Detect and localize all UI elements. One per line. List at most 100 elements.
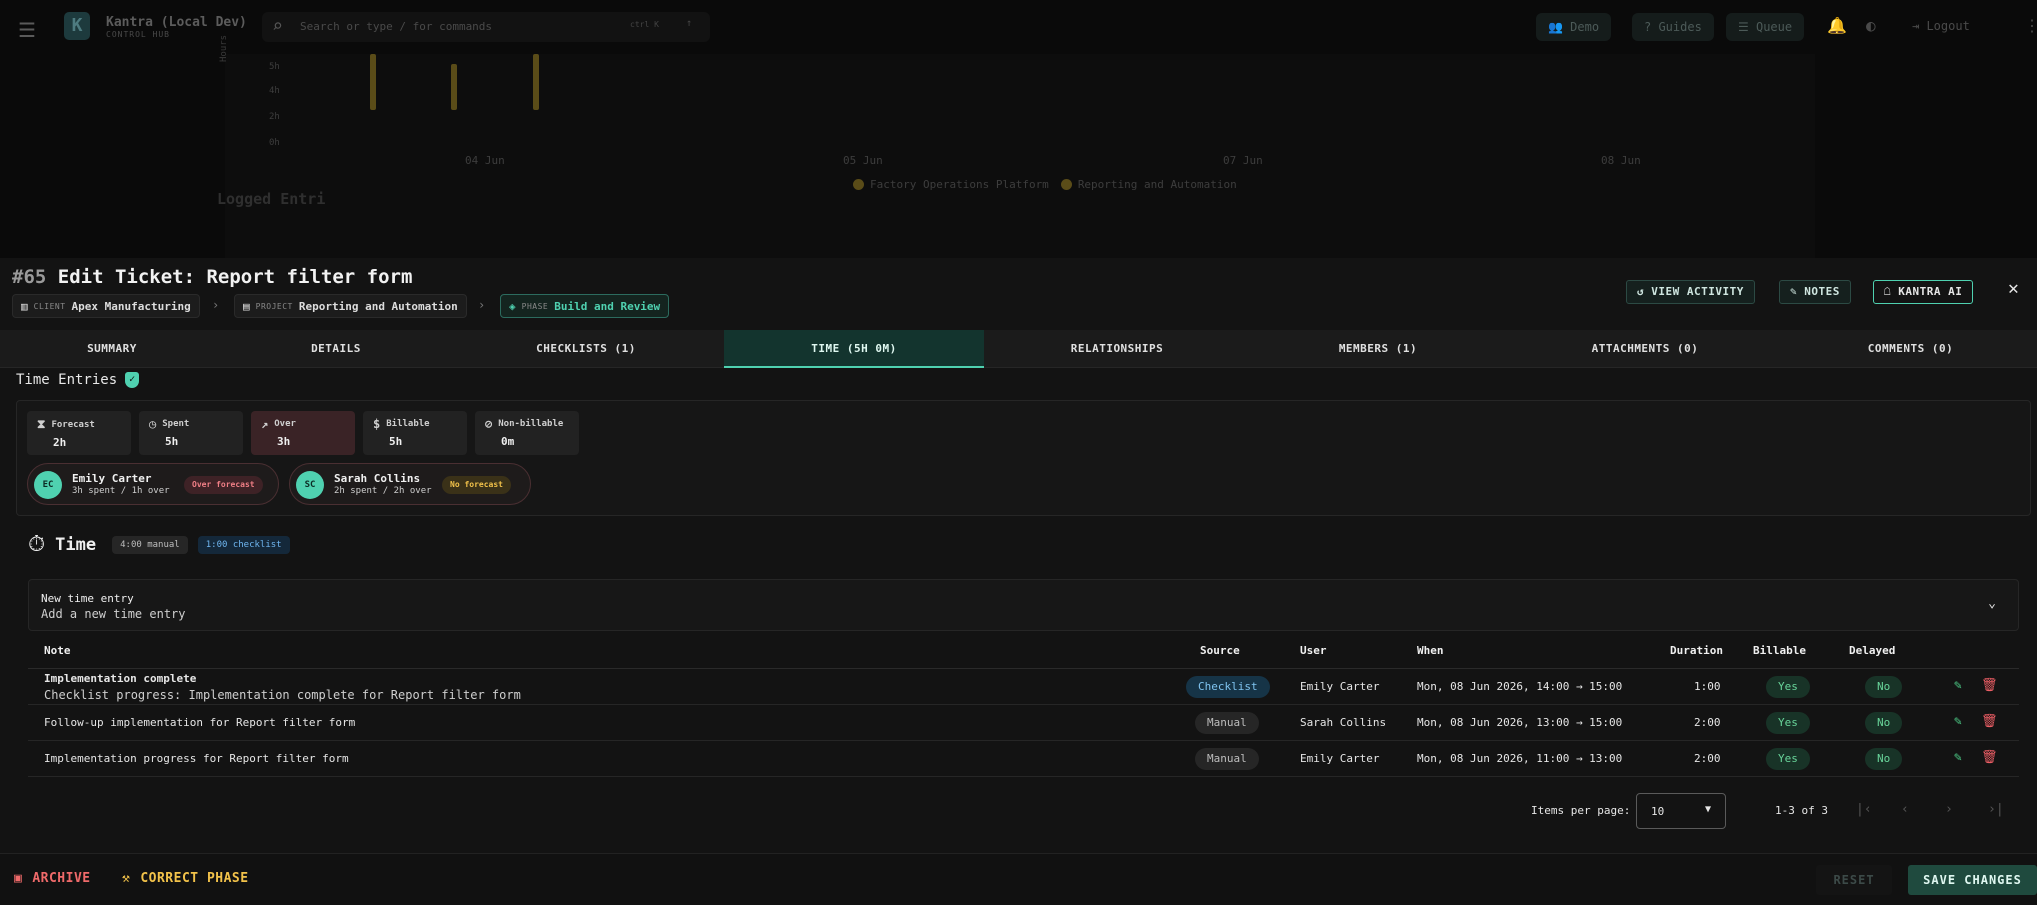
x-tick: 07 Jun (1223, 154, 1263, 167)
x-tick: 04 Jun (465, 154, 505, 167)
member-summary[interactable]: EC Emily Carter 3h spent / 1h over Over … (27, 463, 279, 505)
pagination: Items per page: 10 ▼ 1-3 of 3 |‹ ‹ › ›| (0, 793, 2037, 829)
stat-forecast: ⧗ Forecast 2h (27, 411, 131, 455)
theme-toggle-icon[interactable]: ◐ (1866, 16, 1876, 35)
avatar: SC (296, 471, 324, 499)
bell-icon[interactable]: 🔔 (1827, 16, 1847, 35)
ticket-number: #65 (12, 266, 47, 288)
footer-actions: ▣ ARCHIVE ⚒ CORRECT PHASE RESET SAVE CHANG… (0, 853, 2037, 905)
edit-icon[interactable]: ✎ (1954, 714, 1962, 729)
search-arrow-icon: ↑ (686, 18, 693, 29)
table-row[interactable]: Implementation progress for Report filte… (28, 741, 2019, 777)
more-vertical-icon[interactable]: ⋮ (2024, 16, 2037, 35)
member-name: Emily Carter (72, 472, 152, 485)
building-icon: ▥ (21, 299, 28, 313)
briefcase-icon: ▤ (243, 299, 250, 313)
y-tick: 4h (269, 86, 280, 96)
wrench-icon: ⚒ (122, 871, 131, 886)
chart-bar (533, 54, 539, 110)
breadcrumb-project[interactable]: ▤ PROJECT Reporting and Automation (234, 294, 467, 318)
member-name: Sarah Collins (334, 472, 421, 485)
items-per-page-select[interactable]: 10 ▼ (1636, 793, 1726, 829)
status-badge: No forecast (442, 476, 511, 494)
kantra-ai-button[interactable]: ☖ KANTRA AI (1873, 280, 1974, 304)
time-heading: ⏱ Time 4:00 manual 1:00 checklist (28, 532, 290, 557)
tab-members[interactable]: MEMBERS (1) (1250, 330, 1506, 368)
note-icon: ✎ (1790, 285, 1798, 298)
app-subtitle: CONTROL HUB (106, 30, 170, 39)
save-changes-button[interactable]: SAVE CHANGES (1908, 865, 2037, 895)
chart-bar (451, 64, 457, 110)
prev-page-icon[interactable]: ‹ (1901, 802, 1909, 817)
hamburger-menu-icon[interactable]: ☰ (18, 18, 36, 42)
edit-icon[interactable]: ✎ (1954, 750, 1962, 765)
guides-button[interactable]: ? Guides (1632, 13, 1714, 41)
tab-relationships[interactable]: RELATIONSHIPS (984, 330, 1250, 368)
edit-icon[interactable]: ✎ (1954, 678, 1962, 693)
top-bar: ☰ K Kantra (Local Dev) CONTROL HUB ⌕ Sea… (0, 0, 2037, 54)
member-summary[interactable]: SC Sarah Collins 2h spent / 2h over No f… (289, 463, 531, 505)
global-search[interactable]: ⌕ Search or type / for commands ctrl K ↑ (262, 12, 710, 42)
close-icon[interactable]: ✕ (2008, 278, 2019, 299)
tab-time[interactable]: TIME (5H 0M) (724, 330, 984, 368)
correct-phase-button[interactable]: ⚒ CORRECT PHASE (122, 871, 249, 886)
chevron-down-icon: ⌄ (1988, 596, 1996, 611)
new-time-entry-expander[interactable]: New time entry Add a new time entry ⌄ (28, 579, 2019, 631)
source-badge: Manual (1195, 712, 1259, 734)
chart-bar (370, 54, 376, 110)
time-summary: ⧗ Forecast 2h ◷ Spent 5h ↗ Over 3h $ Billabl… (16, 400, 2031, 516)
archive-button[interactable]: ▣ ARCHIVE (14, 871, 91, 886)
search-icon: ⌕ (272, 16, 283, 37)
demo-button[interactable]: 👥 Demo (1536, 13, 1612, 41)
trending-up-icon: ↗ (261, 417, 269, 431)
table-row[interactable]: Follow-up implementation for Report filt… (28, 705, 2019, 741)
checklist-total-pill: 1:00 checklist (197, 535, 290, 554)
non-billable-icon: ⊘ (485, 417, 493, 431)
breadcrumb-client[interactable]: ▥ CLIENT Apex Manufacturing (12, 294, 200, 318)
tab-checklists[interactable]: CHECKLISTS (1) (448, 330, 724, 368)
y-tick: 0h (269, 138, 280, 148)
tab-attachments[interactable]: ATTACHMENTS (0) (1506, 330, 1784, 368)
chevron-right-icon: › (478, 298, 486, 312)
table-row[interactable]: Implementation complete Checklist progre… (28, 669, 2019, 705)
notes-button[interactable]: ✎ NOTES (1779, 280, 1851, 304)
x-tick: 05 Jun (843, 154, 883, 167)
items-per-page-label: Items per page: (1531, 804, 1631, 817)
delete-icon[interactable]: 🗑 (1981, 678, 1998, 693)
timer-icon: ⏱ (28, 532, 46, 557)
logout-button[interactable]: ⇥ Logout (1912, 19, 1970, 33)
chevron-right-icon: › (212, 298, 220, 312)
delayed-badge: No (1865, 748, 1903, 770)
history-icon: ↺ (1637, 285, 1645, 298)
caret-down-icon: ▼ (1704, 804, 1711, 815)
member-detail: 2h spent / 2h over (334, 486, 432, 496)
chart-legend: Factory Operations Platform Reporting an… (853, 178, 1237, 191)
breadcrumb-phase[interactable]: ◈ PHASE Build and Review (500, 294, 670, 318)
time-entries-table: Note Source User When Duration Billable … (28, 634, 2019, 777)
app-logo: K (64, 12, 90, 40)
shield-check-icon: ✓ (125, 372, 140, 388)
tab-summary[interactable]: SUMMARY (0, 330, 224, 368)
clock-icon: ◷ (149, 417, 157, 431)
delete-icon[interactable]: 🗑 (1981, 714, 1998, 729)
tab-comments[interactable]: COMMENTS (0) (1784, 330, 2037, 368)
hourglass-icon: ⧗ (37, 417, 46, 431)
queue-button[interactable]: ☰ Queue (1726, 13, 1805, 41)
layers-icon: ◈ (509, 299, 516, 313)
tab-details[interactable]: DETAILS (224, 330, 448, 368)
delayed-badge: No (1865, 712, 1903, 734)
background-app: ☰ K Kantra (Local Dev) CONTROL HUB ⌕ Sea… (0, 0, 2037, 258)
view-activity-button[interactable]: ↺ VIEW ACTIVITY (1626, 280, 1755, 304)
y-tick: 2h (269, 112, 280, 122)
ticket-tabs: SUMMARY DETAILS CHECKLISTS (1) TIME (5H … (0, 330, 2037, 368)
first-page-icon[interactable]: |‹ (1856, 802, 1872, 817)
x-tick: 08 Jun (1601, 154, 1641, 167)
chart-y-title: Hours (219, 34, 229, 62)
next-page-icon[interactable]: › (1945, 802, 1953, 817)
last-page-icon[interactable]: ›| (1988, 802, 2004, 817)
delayed-badge: No (1865, 676, 1903, 698)
table-header: Note Source User When Duration Billable … (28, 634, 2019, 669)
reset-button[interactable]: RESET (1816, 865, 1892, 895)
delete-icon[interactable]: 🗑 (1981, 750, 1998, 765)
source-badge: Checklist (1186, 676, 1270, 698)
